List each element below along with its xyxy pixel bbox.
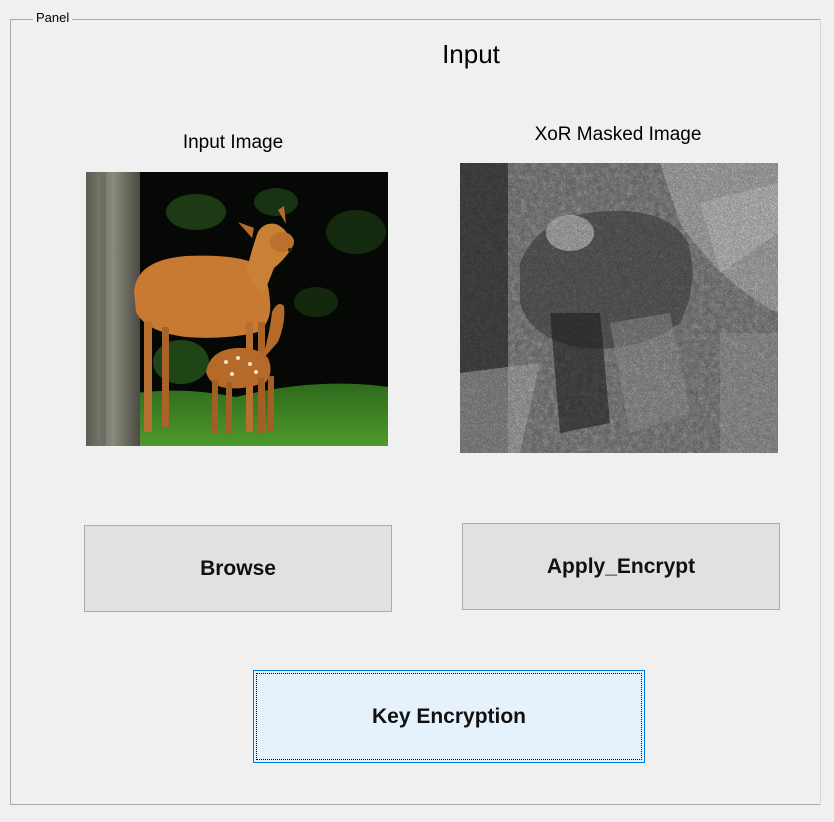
key-encryption-button[interactable]: Key Encryption: [253, 670, 645, 763]
input-image-label: Input Image: [182, 132, 284, 153]
input-image: [86, 172, 388, 446]
masked-image: [460, 163, 778, 453]
masked-image-label: XoR Masked Image: [534, 124, 702, 145]
deer-image: [86, 172, 388, 446]
apply-encrypt-button[interactable]: Apply_Encrypt: [462, 523, 780, 610]
xor-masked-image: [460, 163, 778, 453]
panel-frame-right-edge: [820, 19, 821, 805]
browse-button[interactable]: Browse: [84, 525, 392, 612]
panel-heading: Input: [442, 39, 500, 69]
panel-title: Panel: [33, 10, 73, 26]
